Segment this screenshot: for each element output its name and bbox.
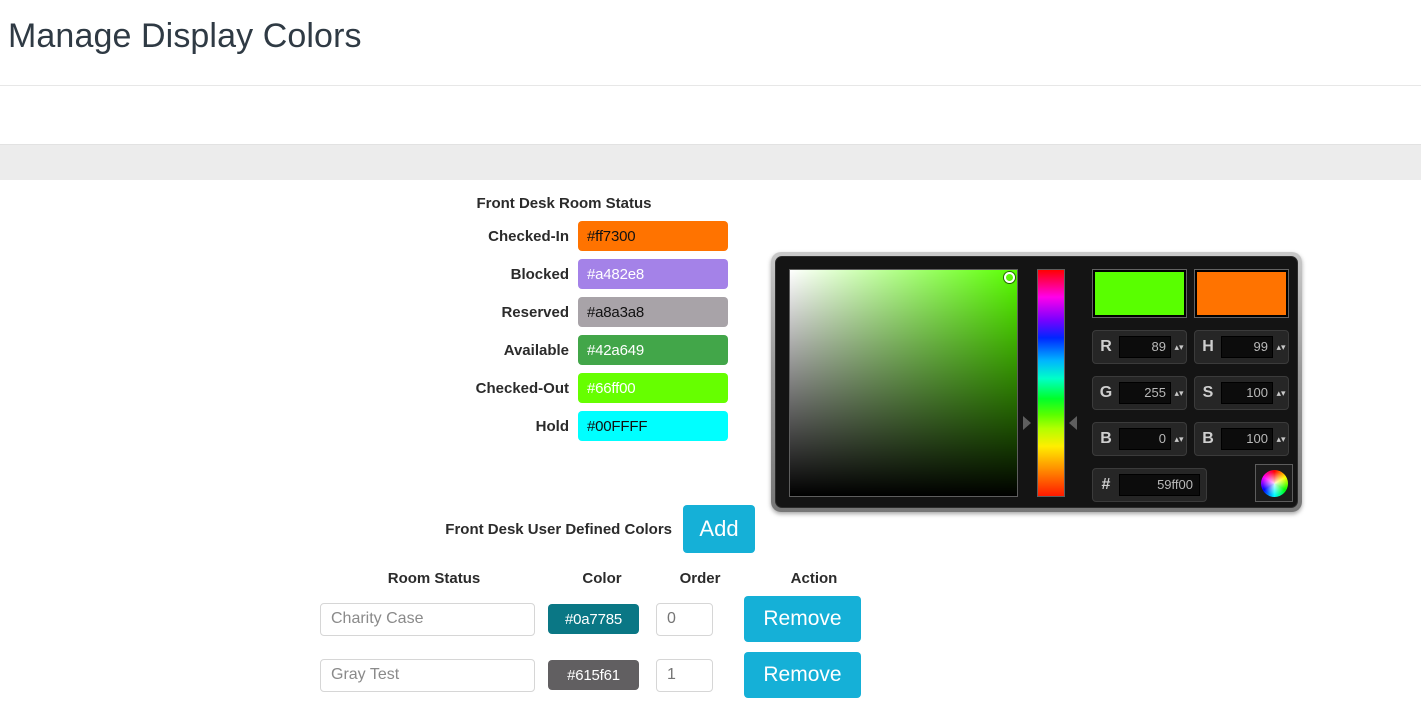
add-button[interactable]: Add bbox=[683, 505, 755, 553]
column-header-room-status: Room Status bbox=[387, 569, 481, 587]
status-swatch-blocked[interactable]: #a482e8 bbox=[578, 259, 728, 289]
status-label-blocked: Blocked bbox=[510, 265, 569, 283]
field-hue: H 99 ▴▾ bbox=[1194, 330, 1289, 364]
status-label-reserved: Reserved bbox=[501, 303, 569, 321]
black-overlay bbox=[790, 270, 1017, 496]
hue-slider[interactable] bbox=[1037, 269, 1065, 497]
column-header-color: Color bbox=[582, 569, 622, 587]
status-row-checked-in: Checked-In #ff7300 bbox=[396, 221, 736, 251]
preview-old-color[interactable] bbox=[1194, 269, 1289, 318]
status-label-hold: Hold bbox=[535, 417, 569, 435]
status-row-reserved: Reserved #a8a3a8 bbox=[396, 297, 736, 327]
field-hue-input[interactable]: 99 bbox=[1221, 336, 1273, 358]
color-picker-widget[interactable]: R 89 ▴▾ G 255 ▴▾ B 0 ▴▾ H 99 ▴▾ S 100 ▴▾… bbox=[771, 252, 1302, 512]
preview-new-color[interactable] bbox=[1092, 269, 1187, 318]
status-label-checked-out: Checked-Out bbox=[475, 379, 569, 397]
field-saturation-input[interactable]: 100 bbox=[1221, 382, 1273, 404]
field-blue-label: B bbox=[1100, 430, 1112, 447]
field-green-spinner-icon[interactable]: ▴▾ bbox=[1171, 389, 1186, 398]
cell-order bbox=[656, 602, 744, 636]
order-input[interactable] bbox=[656, 602, 713, 636]
field-green-label: G bbox=[1099, 384, 1113, 401]
field-brightness-spinner-icon[interactable]: ▴▾ bbox=[1273, 435, 1288, 444]
user-defined-colors-heading: Front Desk User Defined Colors bbox=[445, 520, 672, 538]
preview-old-color-fill bbox=[1197, 272, 1286, 315]
user-defined-colors-header: Front Desk User Defined Colors Add bbox=[320, 505, 920, 553]
cell-order bbox=[656, 658, 744, 692]
field-brightness-label: B bbox=[1202, 430, 1214, 447]
status-swatch-checked-out[interactable]: #66ff00 bbox=[578, 373, 728, 403]
status-row-hold: Hold #00FFFF bbox=[396, 411, 736, 441]
preview-new-color-fill bbox=[1095, 272, 1184, 315]
field-hue-label: H bbox=[1202, 338, 1214, 355]
field-saturation-label: S bbox=[1202, 384, 1214, 401]
status-swatch-hold[interactable]: #00FFFF bbox=[578, 411, 728, 441]
hue-marker-right-icon bbox=[1069, 416, 1077, 430]
hue-marker-left-icon bbox=[1023, 416, 1031, 430]
page-header: Manage Display Colors bbox=[0, 0, 1421, 86]
status-swatch-checked-in[interactable]: #ff7300 bbox=[578, 221, 728, 251]
user-defined-colors-section: Front Desk User Defined Colors Add Room … bbox=[320, 505, 920, 703]
room-status-section: Front Desk Room Status Checked-In #ff730… bbox=[396, 195, 736, 449]
color-chip-button[interactable]: #615f61 bbox=[548, 660, 639, 690]
table-header-row: Room Status Color Order Action bbox=[320, 565, 920, 591]
field-green: G 255 ▴▾ bbox=[1092, 376, 1187, 410]
color-picker-body: R 89 ▴▾ G 255 ▴▾ B 0 ▴▾ H 99 ▴▾ S 100 ▴▾… bbox=[775, 256, 1298, 508]
page-title: Manage Display Colors bbox=[8, 17, 362, 55]
field-hue-spinner-icon[interactable]: ▴▾ bbox=[1273, 343, 1288, 352]
column-header-action: Action bbox=[790, 569, 838, 587]
color-wheel-button[interactable] bbox=[1255, 464, 1293, 502]
status-row-blocked: Blocked #a482e8 bbox=[396, 259, 736, 289]
status-label-checked-in: Checked-In bbox=[488, 227, 569, 245]
room-status-heading: Front Desk Room Status bbox=[476, 195, 652, 212]
cell-room-status bbox=[320, 658, 548, 692]
field-brightness: B 100 ▴▾ bbox=[1194, 422, 1289, 456]
room-status-input[interactable] bbox=[320, 602, 535, 636]
status-row-available: Available #42a649 bbox=[396, 335, 736, 365]
field-brightness-input[interactable]: 100 bbox=[1221, 428, 1273, 450]
table-row: #0a7785 Remove bbox=[320, 591, 920, 647]
field-red-input[interactable]: 89 bbox=[1119, 336, 1171, 358]
field-red: R 89 ▴▾ bbox=[1092, 330, 1187, 364]
cell-action: Remove bbox=[744, 596, 884, 642]
color-chip-button[interactable]: #0a7785 bbox=[548, 604, 639, 634]
column-header-order: Order bbox=[679, 569, 721, 587]
remove-button[interactable]: Remove bbox=[744, 596, 861, 642]
cell-action: Remove bbox=[744, 652, 884, 698]
color-wheel-icon bbox=[1260, 469, 1288, 497]
saturation-value-gradient bbox=[790, 270, 1017, 496]
field-hex-input[interactable]: 59ff00 bbox=[1119, 474, 1200, 496]
hue-gradient bbox=[1038, 270, 1064, 496]
field-red-label: R bbox=[1100, 338, 1112, 355]
status-swatch-reserved[interactable]: #a8a3a8 bbox=[578, 297, 728, 327]
field-saturation-spinner-icon[interactable]: ▴▾ bbox=[1273, 389, 1288, 398]
field-hex: # 59ff00 bbox=[1092, 468, 1207, 502]
main-content: Front Desk Room Status Checked-In #ff730… bbox=[0, 180, 1421, 711]
status-row-checked-out: Checked-Out #66ff00 bbox=[396, 373, 736, 403]
status-swatch-available[interactable]: #42a649 bbox=[578, 335, 728, 365]
user-defined-colors-table: Room Status Color Order Action #0a7785 R… bbox=[320, 565, 920, 703]
status-label-available: Available bbox=[503, 341, 569, 359]
table-row: #615f61 Remove bbox=[320, 647, 920, 703]
field-blue-spinner-icon[interactable]: ▴▾ bbox=[1171, 435, 1186, 444]
field-saturation: S 100 ▴▾ bbox=[1194, 376, 1289, 410]
field-red-spinner-icon[interactable]: ▴▾ bbox=[1171, 343, 1186, 352]
toolbar-strip bbox=[0, 144, 1421, 180]
field-green-input[interactable]: 255 bbox=[1119, 382, 1171, 404]
order-input[interactable] bbox=[656, 658, 713, 692]
cell-room-status bbox=[320, 602, 548, 636]
cell-color: #615f61 bbox=[548, 660, 656, 690]
cell-color: #0a7785 bbox=[548, 604, 656, 634]
saturation-value-area[interactable] bbox=[789, 269, 1018, 497]
room-status-input[interactable] bbox=[320, 658, 535, 692]
field-hex-label: # bbox=[1101, 476, 1111, 493]
remove-button[interactable]: Remove bbox=[744, 652, 861, 698]
field-blue-input[interactable]: 0 bbox=[1119, 428, 1171, 450]
field-blue: B 0 ▴▾ bbox=[1092, 422, 1187, 456]
